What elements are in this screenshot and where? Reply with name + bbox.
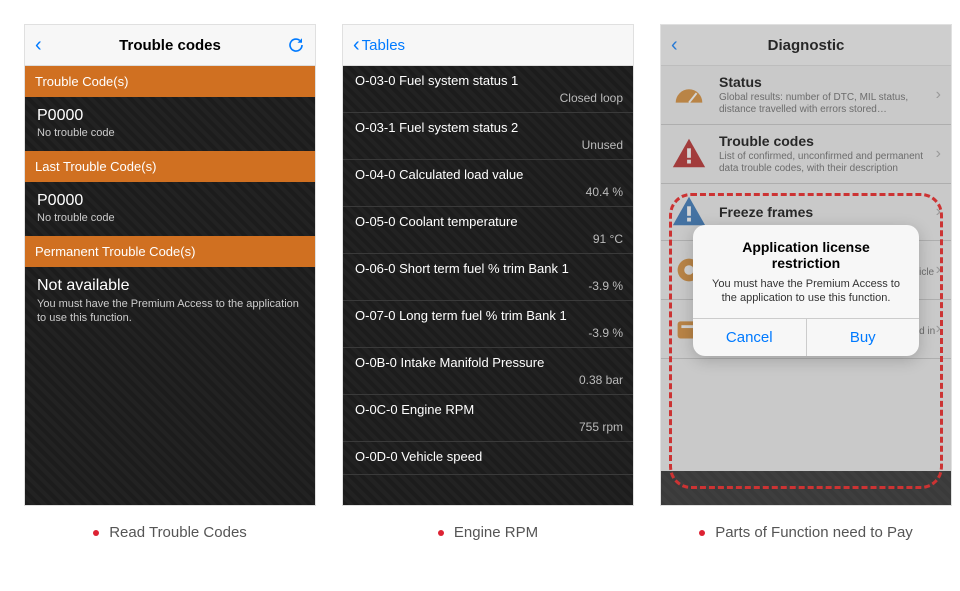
refresh-icon xyxy=(287,36,305,54)
phone-2: ‹ Tables O-03-0 Fuel system status 1 Clos… xyxy=(342,24,634,506)
bullet-icon xyxy=(699,530,705,536)
pid-list[interactable]: O-03-0 Fuel system status 1Closed loopO-… xyxy=(343,66,633,475)
chevron-left-icon: ‹ xyxy=(353,35,360,55)
code-desc: No trouble code xyxy=(37,212,303,224)
pid-label: O-05-0 Coolant temperature xyxy=(355,214,623,229)
pid-value: -3.9 % xyxy=(355,279,623,293)
phone-1: ‹ Trouble codes Trouble Code(s) P0000 No… xyxy=(24,24,316,506)
navbar-trouble: ‹ Trouble codes xyxy=(25,25,315,66)
back-button[interactable]: ‹ xyxy=(35,35,42,55)
pid-row[interactable]: O-0D-0 Vehicle speed xyxy=(343,442,633,475)
pid-row[interactable]: O-0B-0 Intake Manifold Pressure 0.38 bar xyxy=(343,348,633,395)
pid-label: O-0D-0 Vehicle speed xyxy=(355,449,623,464)
caption: Read Trouble Codes xyxy=(93,524,247,541)
code-label: Not available xyxy=(37,277,303,295)
code-desc: You must have the Premium Access to the … xyxy=(37,297,303,326)
pid-value: 40.4 % xyxy=(355,185,623,199)
back-label: Tables xyxy=(362,37,405,54)
caption-text: Read Trouble Codes xyxy=(109,524,247,541)
pid-value: 0.38 bar xyxy=(355,373,623,387)
pid-label: O-07-0 Long term fuel % trim Bank 1 xyxy=(355,308,623,323)
pid-label: O-0B-0 Intake Manifold Pressure xyxy=(355,355,623,370)
trouble-code-item[interactable]: P0000 No trouble code xyxy=(25,182,315,236)
pid-row[interactable]: O-06-0 Short term fuel % trim Bank 1 -3.9… xyxy=(343,254,633,301)
buy-button[interactable]: Buy xyxy=(806,319,920,356)
pid-row[interactable]: O-0C-0 Engine RPM 755 rpm xyxy=(343,395,633,442)
pid-label: O-0C-0 Engine RPM xyxy=(355,402,623,417)
section-header: Trouble Code(s) xyxy=(25,66,315,97)
pid-label: O-06-0 Short term fuel % trim Bank 1 xyxy=(355,261,623,276)
pid-row[interactable]: O-07-0 Long term fuel % trim Bank 1 -3.9 … xyxy=(343,301,633,348)
code-label: P0000 xyxy=(37,107,303,125)
caption: Parts of Function need to Pay xyxy=(699,524,913,541)
bullet-icon xyxy=(438,530,444,536)
section-header: Last Trouble Code(s) xyxy=(25,151,315,182)
pid-value: 755 rpm xyxy=(355,420,623,434)
pid-value: -3.9 % xyxy=(355,326,623,340)
col-engine-rpm: ‹ Tables O-03-0 Fuel system status 1 Clos… xyxy=(342,24,634,541)
pid-row[interactable]: O-05-0 Coolant temperature 91 °C xyxy=(343,207,633,254)
pid-label: O-03-0 Fuel system status 1 xyxy=(355,73,623,88)
pid-value: 91 °C xyxy=(355,232,623,246)
pid-row[interactable]: O-03-0 Fuel system status 1 Closed loop xyxy=(343,66,633,113)
cancel-button[interactable]: Cancel xyxy=(693,319,806,356)
back-button[interactable]: ‹ Tables xyxy=(353,35,405,55)
trouble-code-item[interactable]: P0000 No trouble code xyxy=(25,97,315,151)
caption: Engine RPM xyxy=(438,524,538,541)
alert-message: You must have the Premium Access to the … xyxy=(707,277,905,306)
section-header: Permanent Trouble Code(s) xyxy=(25,236,315,267)
chevron-left-icon: ‹ xyxy=(35,35,42,55)
code-label: P0000 xyxy=(37,192,303,210)
pid-value: Closed loop xyxy=(355,91,623,105)
screen-title: Trouble codes xyxy=(25,37,315,54)
bullet-icon xyxy=(93,530,99,536)
trouble-code-item[interactable]: Not available You must have the Premium … xyxy=(25,267,315,338)
navbar-tables: ‹ Tables xyxy=(343,25,633,66)
pid-value: Unused xyxy=(355,138,623,152)
alert-title: Application license restriction xyxy=(707,239,905,271)
pid-row[interactable]: O-03-1 Fuel system status 2 Unused xyxy=(343,113,633,160)
pid-label: O-04-0 Calculated load value xyxy=(355,167,623,182)
code-desc: No trouble code xyxy=(37,127,303,139)
pid-row[interactable]: O-04-0 Calculated load value 40.4 % xyxy=(343,160,633,207)
screenshots-row: ‹ Trouble codes Trouble Code(s) P0000 No… xyxy=(24,24,936,541)
phone-3: ‹ Diagnostic StatusGlobal results: numbe… xyxy=(660,24,952,506)
col-diagnostic: ‹ Diagnostic StatusGlobal results: numbe… xyxy=(660,24,952,541)
license-alert: Application license restriction You must… xyxy=(693,225,919,356)
refresh-button[interactable] xyxy=(287,36,305,54)
col-trouble-codes: ‹ Trouble codes Trouble Code(s) P0000 No… xyxy=(24,24,316,541)
caption-text: Engine RPM xyxy=(454,524,538,541)
pid-label: O-03-1 Fuel system status 2 xyxy=(355,120,623,135)
caption-text: Parts of Function need to Pay xyxy=(715,524,913,541)
